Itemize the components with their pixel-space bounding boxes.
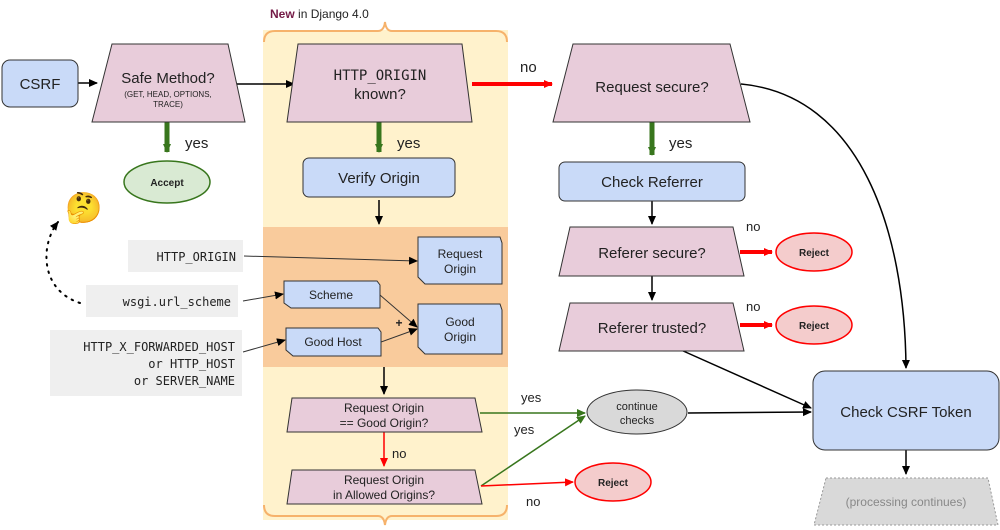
label-allowed-yes: yes — [514, 422, 535, 437]
accept-label: Accept — [150, 178, 184, 189]
region-header: New in Django 4.0 — [270, 7, 369, 21]
host-text-2: or HTTP_HOST — [148, 357, 235, 371]
reject-label: Reject — [799, 321, 830, 332]
node-referer-trusted: Referer trusted? — [558, 302, 745, 352]
label-allowed-no: no — [526, 494, 540, 509]
safe-method-label: Safe Method? — [121, 70, 214, 87]
node-processing-continues: (processing continues) — [813, 477, 999, 526]
edge-trusted-to-token — [671, 345, 812, 409]
node-origin-equals: Request Origin == Good Origin? — [286, 397, 483, 433]
node-reject-origin: Reject — [574, 462, 652, 502]
input-http-origin: HTTP_ORIGIN — [128, 240, 243, 272]
label-eq-yes: yes — [521, 390, 542, 405]
label-safe-yes: yes — [185, 135, 208, 152]
reject-label: Reject — [598, 478, 629, 489]
label-secure-yes: yes — [669, 135, 692, 152]
node-allowed-origins: Request Origin in Allowed Origins? — [286, 469, 483, 505]
node-accept: Accept — [123, 160, 211, 204]
host-text-1: HTTP_X_FORWARDED_HOST — [83, 340, 235, 354]
node-request-secure: Request secure? — [552, 43, 751, 123]
node-good-host: Good Host — [285, 327, 382, 357]
node-check-referrer: Check Referrer — [558, 161, 746, 202]
good-origin-label-2: Origin — [444, 330, 476, 344]
node-csrf: CSRF — [1, 59, 79, 108]
label-origin-no: no — [520, 59, 537, 76]
csrf-label: CSRF — [20, 76, 61, 93]
node-verify-origin: Verify Origin — [302, 157, 456, 198]
eq-label-1: Request Origin — [344, 401, 424, 415]
good-host-label: Good Host — [304, 335, 362, 349]
continue-label-1: continue — [616, 401, 658, 413]
request-secure-label: Request secure? — [595, 79, 708, 96]
continue-label-2: checks — [620, 415, 655, 427]
thinking-emoji-icon: 🤔 — [65, 191, 102, 225]
plus-label: + — [395, 316, 402, 330]
label-eq-no: no — [392, 446, 406, 461]
label-origin-yes: yes — [397, 135, 420, 152]
processing-label: (processing continues) — [846, 495, 967, 509]
host-text-3: or SERVER_NAME — [134, 374, 235, 388]
request-origin-label-2: Origin — [444, 262, 476, 276]
node-scheme: Scheme — [283, 280, 381, 309]
verify-origin-label: Verify Origin — [338, 170, 420, 187]
input-url-scheme: wsgi.url_scheme — [86, 285, 238, 317]
node-referer-secure: Referer secure? — [558, 226, 745, 277]
safe-method-sub1: (GET, HEAD, OPTIONS, — [124, 90, 212, 99]
eq-label-2: == Good Origin? — [340, 416, 429, 430]
node-good-origin: Good Origin — [417, 303, 503, 355]
referer-trusted-label: Referer trusted? — [598, 320, 706, 337]
input-host: HTTP_X_FORWARDED_HOST or HTTP_HOST or SE… — [50, 330, 242, 396]
allowed-label-1: Request Origin — [344, 473, 424, 487]
node-request-origin: Request Origin — [417, 236, 503, 285]
node-safe-method: Safe Method? (GET, HEAD, OPTIONS, TRACE) — [91, 43, 246, 123]
edge-dotted-to-emoji — [45, 221, 81, 304]
node-reject-ref-secure: Reject — [775, 232, 853, 272]
request-origin-label-1: Request — [438, 247, 483, 261]
check-token-label: Check CSRF Token — [840, 404, 971, 421]
safe-method-sub2: TRACE) — [153, 100, 183, 109]
referer-secure-label: Referer secure? — [598, 245, 706, 262]
allowed-label-2: in Allowed Origins? — [333, 488, 435, 502]
origin-known-label-1: HTTP_ORIGIN — [334, 68, 427, 84]
scheme-label: Scheme — [309, 288, 353, 302]
origin-known-label-2: known? — [354, 86, 406, 103]
node-continue-checks: continue checks — [586, 389, 688, 435]
good-origin-label-1: Good — [445, 315, 474, 329]
node-check-csrf-token: Check CSRF Token — [812, 370, 1000, 451]
url-scheme-text: wsgi.url_scheme — [123, 295, 231, 309]
label-ref-trusted-no: no — [746, 299, 760, 314]
label-ref-secure-no: no — [746, 219, 760, 234]
check-referrer-label: Check Referrer — [601, 174, 703, 191]
node-reject-ref-trusted: Reject — [775, 305, 853, 345]
reject-label: Reject — [799, 248, 830, 259]
node-origin-known: HTTP_ORIGIN known? — [286, 43, 473, 123]
edge-continue-to-token — [687, 408, 812, 417]
csrf-flowchart: New in Django 4.0 CSRF Safe Method? (GET… — [1, 7, 1000, 526]
http-origin-text: HTTP_ORIGIN — [157, 250, 236, 264]
